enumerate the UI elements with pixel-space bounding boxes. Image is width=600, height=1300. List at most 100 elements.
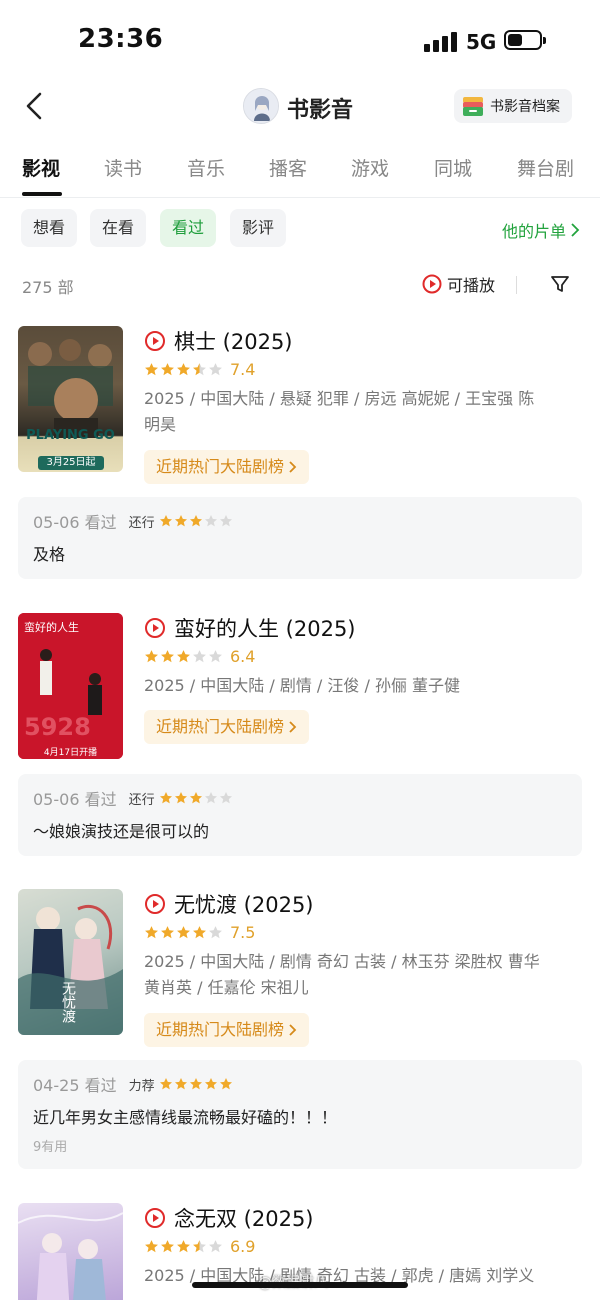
cellular-signal-icon [424,30,458,52]
battery-level [508,34,522,46]
review-header: 05-06 看过 还行 [33,786,234,810]
filter-button[interactable] [549,273,571,295]
review-card[interactable]: 05-06 看过 还行 及格 [18,497,582,579]
battery-icon [504,30,546,50]
poster-image[interactable]: 5928 蛮好的人生 4月17日开播 [18,613,123,759]
rating-score: 6.9 [230,1237,256,1256]
movie-title-text: 无忧渡 (2025) [174,893,314,917]
rank-chip[interactable]: 近期热门大陆剧榜 [144,450,310,484]
review-card[interactable]: 05-06 看过 还行 ～娘娘演技还是很可以的 [18,774,582,856]
review-header: 05-06 看过 还行 [33,509,234,533]
archive-button[interactable]: 书影音档案 [454,89,572,123]
category-tabs: 影视 读书 音乐 播客 游戏 同城 舞台剧 [0,148,600,198]
his-list-label: 他的片单 [501,222,566,241]
funnel-icon [551,276,569,292]
poster-image[interactable]: PLAYING GO 3月25日起 [18,326,123,472]
star-icon [174,1078,187,1090]
movie-title[interactable]: 无忧渡 (2025) [144,889,314,919]
rank-label: 近期热门大陆剧榜 [156,457,285,476]
svg-text:5928: 5928 [24,713,91,741]
star-icon [204,515,217,527]
meta-line: 2025 / 中国大陆 / 悬疑 犯罪 / 房远 高妮妮 / 王宝强 陈 [144,389,535,408]
review-stars-icon [159,1077,234,1091]
review-text: ～娘娘演技还是很可以的 [33,822,210,841]
tab-books[interactable]: 读书 [104,154,142,181]
review-date: 04-25 看过 [33,1076,117,1095]
status-time: 23:36 [78,24,164,54]
his-list-link[interactable]: 他的片单 [502,218,580,242]
star-icon [189,1078,202,1090]
header: 书影音 书影音档案 [0,80,600,140]
playable-toggle[interactable]: 可播放 [422,272,495,296]
chevron-right-icon [571,223,580,237]
tab-stage[interactable]: 舞台剧 [517,154,574,181]
tab-games[interactable]: 游戏 [351,154,389,181]
star-rating-icon [144,925,224,940]
movie-title-text: 棋士 (2025) [174,330,293,354]
star-icon [174,792,187,804]
movie-title[interactable]: 棋士 (2025) [144,326,293,356]
rank-label: 近期热门大陆剧榜 [156,717,285,736]
star-icon [145,1240,158,1253]
play-circle-icon [145,618,165,638]
rank-chip[interactable]: 近期热门大陆剧榜 [144,1013,310,1047]
tab-local[interactable]: 同城 [434,154,472,181]
review-date: 05-06 看过 [33,513,117,532]
tab-movies[interactable]: 影视 [22,154,60,181]
filter-watching[interactable]: 在看 [90,209,147,247]
poster-image[interactable] [18,1203,123,1300]
movie-meta: 2025 / 中国大陆 / 剧情 奇幻 古装 / 林玉芬 梁胜权 曹华 黄肖英 … [144,949,580,1001]
movie-title[interactable]: 念无双 (2025) [144,1203,314,1233]
tab-music[interactable]: 音乐 [187,154,225,181]
review-stars-icon [159,514,234,528]
star-rating-icon [144,1239,224,1254]
star-icon [193,650,206,663]
star-icon [145,363,158,376]
review-level: 还行 [128,515,155,531]
review-card[interactable]: 04-25 看过 力荐 近几年男女主感情线最流畅最好磕的！！！ 9有用 [18,1060,582,1169]
movie-title[interactable]: 蛮好的人生 (2025) [144,613,356,643]
useful-count[interactable]: 9有用 [33,1136,67,1155]
star-icon [193,363,206,376]
tab-podcast[interactable]: 播客 [269,154,307,181]
status-bar: 23:36 5G [0,0,600,80]
poster-art [18,1212,123,1300]
review-stars-icon [159,791,234,805]
playable-label: 可播放 [447,276,496,295]
star-icon [219,1078,232,1090]
review-text: 近几年男女主感情线最流畅最好磕的！！！ [33,1108,338,1127]
star-icon [161,1240,174,1253]
star-icon [219,515,232,527]
back-button[interactable] [18,86,58,126]
movie-title-text: 蛮好的人生 (2025) [174,617,356,641]
filter-reviews[interactable]: 影评 [230,209,287,247]
user-avatar-icon [244,89,278,123]
filter-want[interactable]: 想看 [21,209,78,247]
movie-rating: 6.4 [144,647,255,666]
chevron-right-icon [289,1024,297,1036]
active-tab-indicator [22,192,62,196]
star-icon [159,515,172,527]
meta-line: 2025 / 中国大陆 / 剧情 / 汪俊 / 孙俪 董子健 [144,676,461,695]
item-count: 275 部 [22,278,74,297]
rank-label: 近期热门大陆剧榜 [156,1020,285,1039]
star-icon [177,926,190,939]
star-icon [145,926,158,939]
poster-image[interactable]: 无忧渡 [18,889,123,1035]
star-rating-icon [144,649,224,664]
movie-meta: 2025 / 中国大陆 / 悬疑 犯罪 / 房远 高妮妮 / 王宝强 陈 明昊 [144,386,580,438]
star-icon [193,1240,206,1253]
home-indicator[interactable] [192,1282,408,1288]
rank-chip[interactable]: 近期热门大陆剧榜 [144,710,310,744]
list-toolbar: 275 部 可播放 [0,270,600,300]
avatar[interactable] [243,88,279,124]
page-title: 书影音 [287,98,354,123]
chevron-right-icon [289,461,297,473]
review-header: 04-25 看过 力荐 [33,1072,234,1096]
meta-line: 明昊 [144,415,177,434]
star-icon [159,792,172,804]
filter-watched[interactable]: 看过 [160,209,217,247]
review-level: 力荐 [128,1078,155,1094]
play-circle-icon [422,274,442,294]
star-icon [209,650,222,663]
